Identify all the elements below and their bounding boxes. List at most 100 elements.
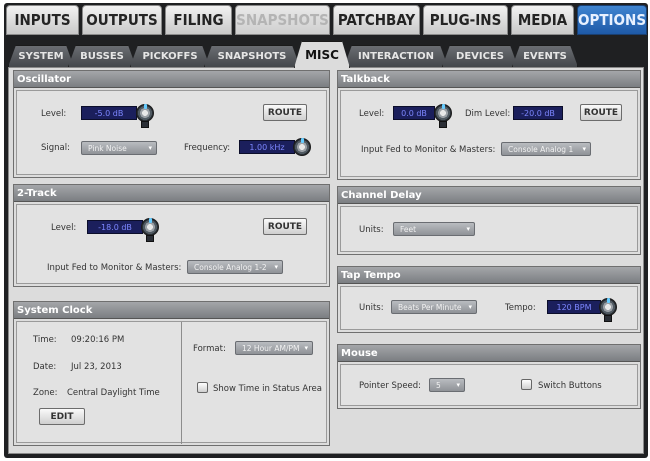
input-fed-value: Console Analog 1-2 xyxy=(194,262,267,272)
level-knob[interactable] xyxy=(141,218,159,236)
route-button[interactable]: ROUTE xyxy=(263,104,307,121)
level-knob[interactable] xyxy=(434,104,452,122)
channel-delay-panel: Channel Delay Units: Feet ▾ xyxy=(337,186,641,255)
misc-content: Oscillator Level: -5.0 dB ROUTE Signal: … xyxy=(8,67,644,454)
panel-title: 2-Track xyxy=(14,185,329,202)
divider xyxy=(181,322,182,444)
oscillator-body: Level: -5.0 dB ROUTE Signal: Pink Noise … xyxy=(16,90,327,175)
show-time-checkbox[interactable] xyxy=(197,382,208,393)
chevron-down-icon: ▾ xyxy=(148,144,152,152)
pointer-speed-select[interactable]: 5 ▾ xyxy=(429,378,465,392)
oscillator-panel: Oscillator Level: -5.0 dB ROUTE Signal: … xyxy=(13,70,330,178)
format-value: 12 Hour AM/PM xyxy=(242,343,300,353)
switch-buttons-label: Switch Buttons xyxy=(538,381,602,391)
chevron-down-icon: ▾ xyxy=(456,381,460,389)
subtab-snapshots[interactable]: SNAPSHOTS xyxy=(204,45,300,67)
knob-mode-icon xyxy=(439,121,447,128)
input-fed-value: Console Analog 1 xyxy=(508,144,574,154)
tab-snapshots[interactable]: SNAPSHOTS xyxy=(235,5,330,35)
edit-button[interactable]: EDIT xyxy=(39,408,85,425)
tab-media[interactable]: MEDIA xyxy=(511,5,574,35)
chevron-down-icon: ▾ xyxy=(304,344,308,352)
subtab-busses[interactable]: BUSSES xyxy=(68,45,136,67)
two-track-body: Level: -18.0 dB ROUTE Input Fed to Monit… xyxy=(16,204,327,284)
tap-tempo-body: Units: Beats Per Minute ▾ Tempo: 120 BPM xyxy=(340,286,638,330)
tab-filing[interactable]: FILING xyxy=(165,5,232,35)
panel-title: Mouse xyxy=(338,345,640,362)
tab-outputs[interactable]: OUTPUTS xyxy=(82,5,162,35)
level-readout: -5.0 dB xyxy=(81,106,137,120)
subtab-system[interactable]: SYSTEM xyxy=(8,45,74,67)
tempo-label: Tempo: xyxy=(505,303,536,313)
chevron-down-icon: ▾ xyxy=(468,303,472,311)
dim-level-readout: -20.0 dB xyxy=(513,106,563,120)
subtab-interaction[interactable]: INTERACTION xyxy=(344,45,448,67)
subtab-misc[interactable]: MISC xyxy=(294,41,350,68)
system-clock-panel: System Clock Time: 09:20:16 PM Date: Jul… xyxy=(13,301,330,446)
input-fed-select[interactable]: Console Analog 1-2 ▾ xyxy=(187,260,283,274)
panel-title: Oscillator xyxy=(14,71,329,88)
talkback-panel: Talkback Level: 0.0 dB Dim Level: -20.0 … xyxy=(337,70,641,180)
input-fed-label: Input Fed to Monitor & Masters: xyxy=(47,263,182,273)
level-label: Level: xyxy=(359,109,385,119)
level-readout: 0.0 dB xyxy=(393,106,435,120)
frequency-label: Frequency: xyxy=(184,143,231,153)
units-value: Beats Per Minute xyxy=(398,302,462,312)
tab-patchbay[interactable]: PATCHBAY xyxy=(333,5,420,35)
panel-title: Tap Tempo xyxy=(338,267,640,284)
date-label: Date: xyxy=(33,362,57,372)
time-label: Time: xyxy=(33,335,57,345)
system-clock-body: Time: 09:20:16 PM Date: Jul 23, 2013 Zon… xyxy=(16,321,327,444)
input-fed-label: Input Fed to Monitor & Masters: xyxy=(361,145,496,155)
talkback-body: Level: 0.0 dB Dim Level: -20.0 dB ROUTE … xyxy=(340,90,638,177)
mouse-panel: Mouse Pointer Speed: 5 ▾ Switch Buttons xyxy=(337,344,641,409)
units-label: Units: xyxy=(359,225,384,235)
tab-options[interactable]: OPTIONS xyxy=(577,5,647,35)
tab-inputs[interactable]: INPUTS xyxy=(6,5,79,35)
tab-plug-ins[interactable]: PLUG-INS xyxy=(423,5,508,35)
two-track-panel: 2-Track Level: -18.0 dB ROUTE Input Fed … xyxy=(13,184,330,287)
chevron-down-icon: ▾ xyxy=(466,225,470,233)
zone-label: Zone: xyxy=(33,388,58,398)
level-knob[interactable] xyxy=(136,104,154,122)
dim-level-label: Dim Level: xyxy=(465,109,511,119)
units-select[interactable]: Feet ▾ xyxy=(393,222,475,236)
signal-value: Pink Noise xyxy=(88,143,127,153)
chevron-down-icon: ▾ xyxy=(274,263,278,271)
time-value: 09:20:16 PM xyxy=(71,335,125,345)
format-label: Format: xyxy=(193,344,226,354)
units-value: Feet xyxy=(400,224,417,234)
tempo-readout: 120 BPM xyxy=(547,300,601,314)
level-label: Level: xyxy=(41,109,67,119)
subtab-pickoffs[interactable]: PICKOFFS xyxy=(130,45,210,67)
pointer-speed-label: Pointer Speed: xyxy=(359,381,422,391)
signal-label: Signal: xyxy=(41,143,70,153)
route-button[interactable]: ROUTE xyxy=(580,104,622,121)
channel-delay-body: Units: Feet ▾ xyxy=(340,206,638,252)
knob-mode-icon xyxy=(604,315,612,322)
top-nav: INPUTS OUTPUTS FILING SNAPSHOTS PATCHBAY… xyxy=(4,3,648,35)
sub-nav: SYSTEM BUSSES PICKOFFS SNAPSHOTS MISC IN… xyxy=(8,41,644,67)
knob-mode-icon xyxy=(141,121,149,128)
panel-title: System Clock xyxy=(14,302,329,319)
frequency-knob[interactable] xyxy=(293,138,311,156)
units-select[interactable]: Beats Per Minute ▾ xyxy=(391,300,477,314)
input-fed-select[interactable]: Console Analog 1 ▾ xyxy=(501,142,591,156)
level-readout: -18.0 dB xyxy=(87,220,143,234)
format-select[interactable]: 12 Hour AM/PM ▾ xyxy=(235,341,313,355)
switch-buttons-checkbox[interactable] xyxy=(521,379,532,390)
level-label: Level: xyxy=(51,223,77,233)
knob-mode-icon xyxy=(146,235,154,242)
mouse-body: Pointer Speed: 5 ▾ Switch Buttons xyxy=(340,364,638,406)
frequency-readout: 1.00 kHz xyxy=(239,140,295,154)
tempo-knob[interactable] xyxy=(599,298,617,316)
route-button[interactable]: ROUTE xyxy=(263,218,307,235)
subtab-devices[interactable]: DEVICES xyxy=(442,45,518,67)
panel-title: Talkback xyxy=(338,71,640,88)
tap-tempo-panel: Tap Tempo Units: Beats Per Minute ▾ Temp… xyxy=(337,266,641,333)
chevron-down-icon: ▾ xyxy=(582,145,586,153)
zone-value: Central Daylight Time xyxy=(67,388,160,398)
panel-title: Channel Delay xyxy=(338,187,640,204)
subtab-events[interactable]: EVENTS xyxy=(512,45,578,67)
signal-select[interactable]: Pink Noise ▾ xyxy=(81,141,157,155)
